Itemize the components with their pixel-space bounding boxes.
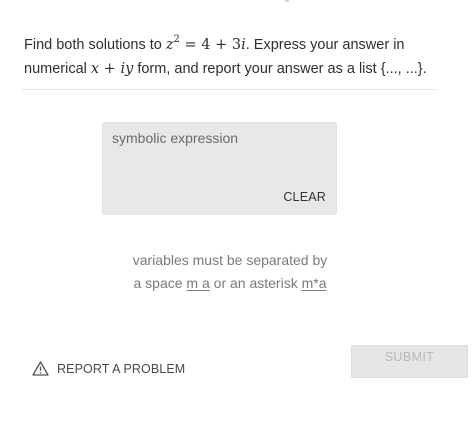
equation-variable: z: [165, 37, 174, 53]
hint-line-2: a space m a or an asterisk m*a: [102, 272, 358, 295]
answer-form: x + iy: [91, 61, 133, 77]
answer-form-x: x: [90, 61, 100, 77]
hint-example-asterisk: m*a: [301, 275, 327, 291]
equation-rhs: = 4 + 3: [179, 37, 242, 53]
answer-form-plus: +: [99, 61, 121, 77]
question-tail: form, and report your answer as a list {…: [133, 61, 427, 77]
divider: [22, 89, 436, 90]
hint-text-b: or an asterisk: [209, 275, 302, 291]
report-problem-label: REPORT A PROBLEM: [57, 361, 186, 376]
report-problem-link[interactable]: REPORT A PROBLEM: [32, 361, 185, 376]
submit-button[interactable]: SUBMIT: [351, 345, 468, 378]
hint-line-1: variables must be separated by: [132, 252, 328, 268]
answer-form-iy: iy: [120, 61, 134, 77]
question-text: Find both solutions to z2 = 4 + 3i. Expr…: [24, 33, 444, 81]
clear-button[interactable]: CLEAR: [283, 190, 326, 204]
problem-page: Find both solutions to z2 = 4 + 3i. Expr…: [0, 0, 474, 422]
question-intro: Find both solutions to: [24, 37, 166, 53]
top-decoration: [285, 0, 289, 2]
warning-triangle-icon: [32, 361, 49, 376]
answer-placeholder: symbolic expression: [112, 130, 239, 146]
hint-example-space: m a: [186, 275, 210, 291]
input-hint: variables must be separated by a space m…: [102, 249, 358, 295]
equation: z2 = 4 + 3i: [165, 35, 246, 54]
answer-input[interactable]: symbolic expression CLEAR: [102, 122, 337, 215]
hint-text-a: a space: [133, 275, 187, 291]
